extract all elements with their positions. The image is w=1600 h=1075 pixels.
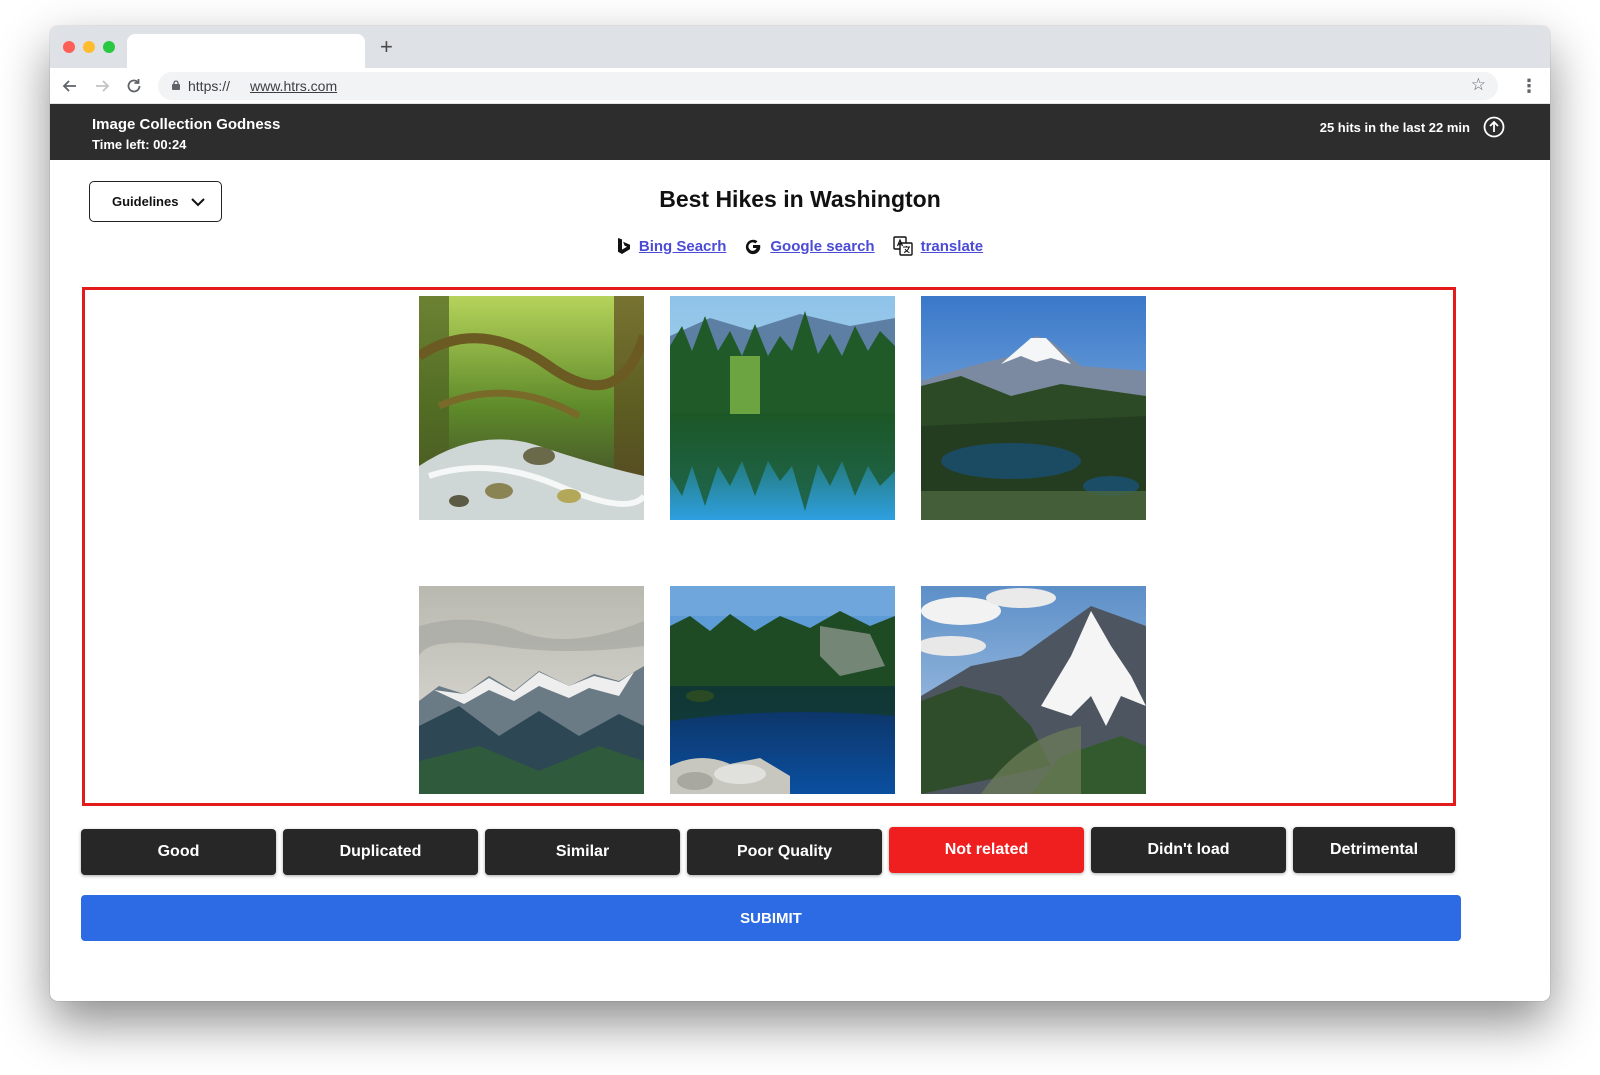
translate-icon (892, 236, 913, 256)
label-detrimental-button[interactable]: Detrimental (1293, 827, 1455, 873)
app-header: Image Collection Godness Time left: 00:2… (50, 104, 1550, 160)
google-icon (746, 239, 761, 255)
bookmark-star-icon[interactable]: ☆ (1471, 75, 1486, 95)
browser-window: + https:// www.htrs.com ☆ ⋮ Image Collec… (50, 26, 1550, 1001)
maximize-window-button[interactable] (103, 41, 115, 53)
mountain-range-photo (419, 586, 644, 794)
lock-icon (172, 80, 180, 90)
image-snowy-peak-valley[interactable] (921, 586, 1146, 794)
label-not-related-button[interactable]: Not related (889, 827, 1084, 873)
label-duplicated-button[interactable]: Duplicated (283, 829, 478, 875)
app-title: Image Collection Godness (92, 116, 281, 133)
url-scheme: https:// (188, 78, 231, 94)
snowy-peak-photo (921, 586, 1146, 794)
label-good-button[interactable]: Good (81, 829, 276, 875)
bing-icon (617, 238, 630, 254)
back-arrow-icon[interactable] (59, 75, 81, 97)
image-mountain-range-clouds[interactable] (419, 586, 644, 794)
label-poor-quality-button[interactable]: Poor Quality (687, 829, 882, 875)
search-links: Bing Seacrh Google search translate (50, 236, 1550, 256)
browser-tab-active[interactable] (127, 34, 365, 68)
translate-link[interactable]: translate (921, 238, 984, 255)
translate-group: translate (892, 236, 984, 256)
label-didnt-load-button[interactable]: Didn't load (1091, 827, 1286, 873)
google-search-link[interactable]: Google search (770, 238, 874, 255)
minimize-window-button[interactable] (83, 41, 95, 53)
time-left: Time left: 00:24 (92, 137, 187, 152)
arrow-up-circle-icon[interactable] (1483, 116, 1505, 138)
image-blue-lake-rocks[interactable] (670, 586, 895, 794)
snow-mountain-photo (921, 296, 1146, 520)
hits-counter: 25 hits in the last 22 min (1319, 120, 1470, 135)
browser-menu-icon[interactable]: ⋮ (1520, 75, 1538, 97)
bing-search-group: Bing Seacrh (617, 237, 727, 255)
url-host: www.htrs.com (250, 78, 338, 94)
submit-button[interactable]: SUBIMIT (81, 895, 1461, 941)
address-bar[interactable]: https:// www.htrs.com ☆ (158, 72, 1498, 100)
label-similar-button[interactable]: Similar (485, 829, 680, 875)
forest-stream-photo (419, 296, 644, 520)
image-forest-lake-reflection[interactable] (670, 296, 895, 520)
blue-lake-photo (670, 586, 895, 794)
google-search-group: Google search (744, 237, 875, 255)
close-window-button[interactable] (63, 41, 75, 53)
browser-toolbar: https:// www.htrs.com ☆ ⋮ (50, 68, 1550, 104)
tab-bar: + (50, 26, 1550, 68)
image-snow-mountain-lake[interactable] (921, 296, 1146, 520)
new-tab-button[interactable]: + (380, 36, 393, 58)
forward-arrow-icon[interactable] (91, 75, 113, 97)
forest-lake-photo (670, 296, 895, 520)
reload-icon[interactable] (123, 75, 145, 97)
bing-search-link[interactable]: Bing Seacrh (639, 238, 727, 255)
page-title: Best Hikes in Washington (659, 186, 941, 212)
image-forest-stream[interactable] (419, 296, 644, 520)
